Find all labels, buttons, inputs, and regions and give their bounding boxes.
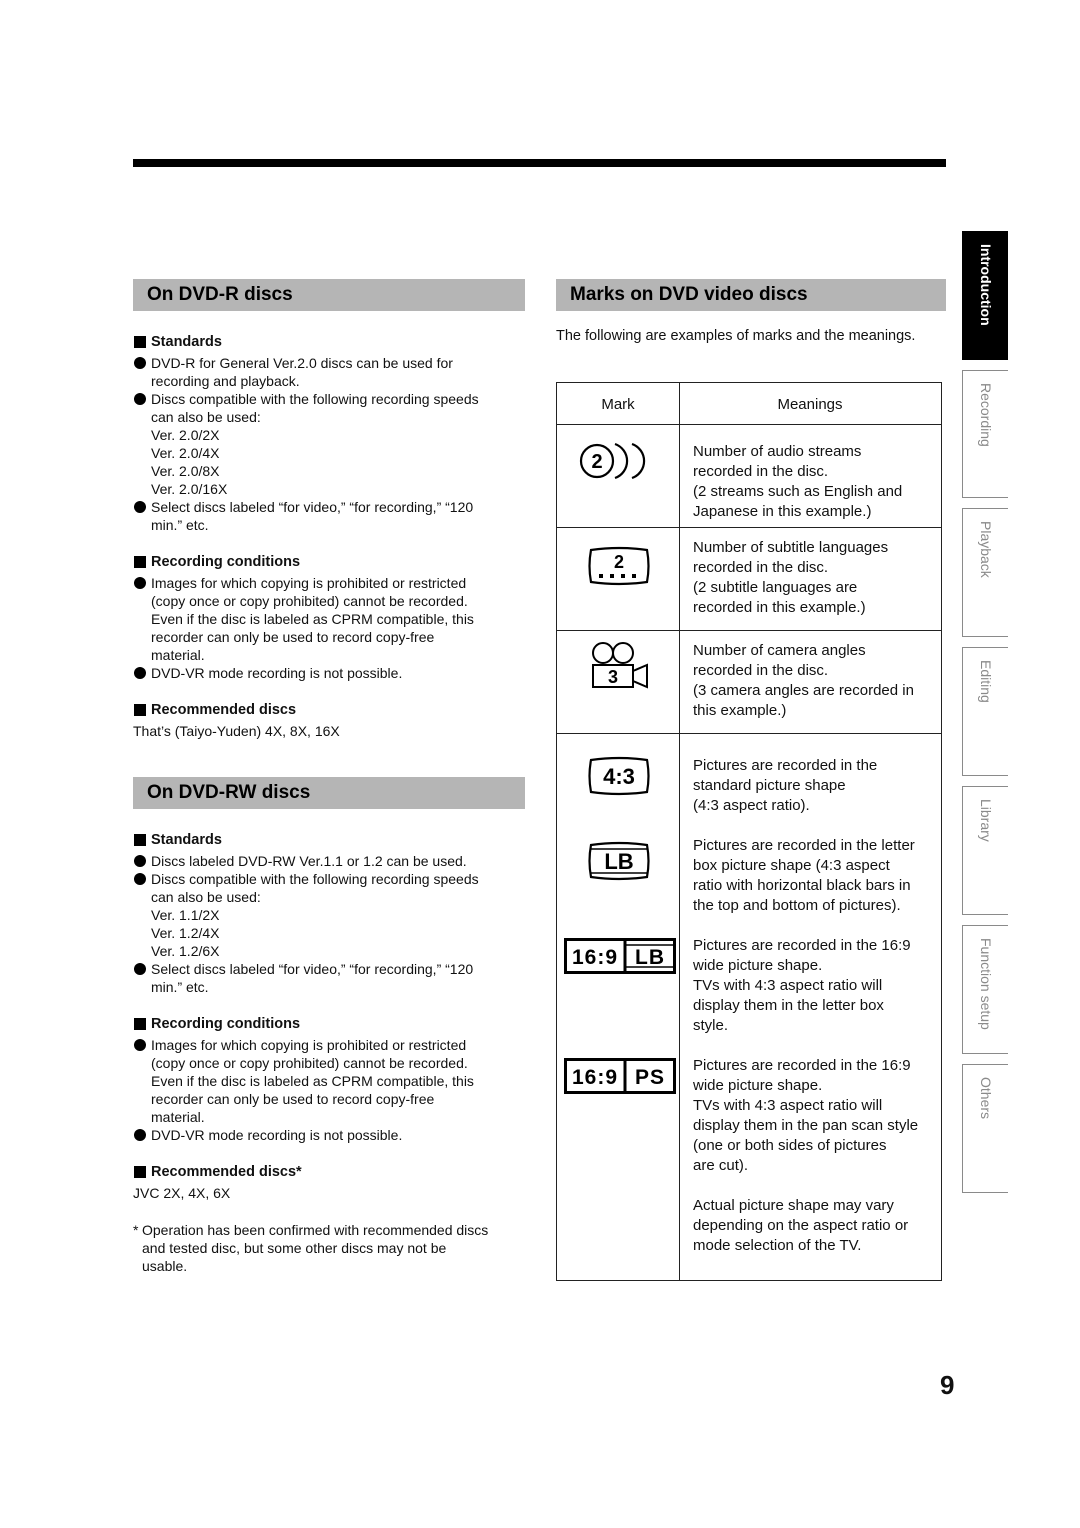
tab-function-setup[interactable]: Function setup bbox=[962, 925, 1008, 1054]
row-divider bbox=[557, 630, 941, 631]
dvd-rw-standards-heading: Standards bbox=[133, 831, 533, 849]
column-header-mark: Mark bbox=[601, 396, 635, 413]
wide-letterbox-ratio: 16:9 bbox=[572, 946, 618, 969]
version-item: Ver. 1.1/2X bbox=[151, 907, 220, 923]
dvd-r-recording-conditions-heading: Recording conditions bbox=[133, 553, 533, 571]
dvd-rw-standards-bullet-1: Discs labeled DVD-RW Ver.1.1 or 1.2 can … bbox=[133, 852, 533, 870]
dvd-rw-standards-bullet-2: Discs compatible with the following reco… bbox=[133, 870, 533, 906]
tab-others[interactable]: Others bbox=[962, 1064, 1008, 1193]
column-divider bbox=[679, 383, 680, 1280]
dvd-rw-footnote: Operation has been confirmed with recomm… bbox=[133, 1221, 533, 1275]
dvd-rw-recommended-heading: Recommended discs* bbox=[133, 1163, 533, 1181]
version-item: Ver. 2.0/8X bbox=[151, 463, 220, 479]
dvd-r-recommended-text: That’s (Taiyo-Yuden) 4X, 8X, 16X bbox=[133, 723, 340, 739]
meaning-audio: Number of audio streams recorded in the … bbox=[693, 443, 903, 520]
dvd-rw-recording-bullet-1: Images for which copying is prohibited o… bbox=[133, 1036, 533, 1126]
letterbox-label: LB bbox=[604, 849, 633, 874]
column-header-meanings: Meanings bbox=[777, 396, 843, 413]
meaning-wide-panscan: Pictures are recorded in the 16:9 wide p… bbox=[693, 1057, 919, 1174]
tab-recording[interactable]: Recording bbox=[962, 370, 1008, 498]
wide-panscan-ratio: 16:9 bbox=[572, 1066, 618, 1089]
dvd-rw-content: Standards Discs labeled DVD-RW Ver.1.1 o… bbox=[133, 831, 533, 1275]
wide-panscan-icon: 16:9 PS bbox=[564, 1058, 676, 1094]
version-item: Ver. 1.2/4X bbox=[151, 925, 220, 941]
wide-letterbox-icon: 16:9 LB bbox=[564, 938, 676, 974]
camera-angle-count: 3 bbox=[608, 667, 618, 687]
dvd-rw-recording-conditions-heading: Recording conditions bbox=[133, 1015, 533, 1033]
dvd-r-recording-bullet-2: DVD-VR mode recording is not possible. bbox=[133, 664, 533, 682]
tab-introduction[interactable]: Introduction bbox=[962, 231, 1008, 360]
meaning-letterbox: Pictures are recorded in the letter box … bbox=[693, 837, 915, 914]
dvd-rw-standards-bullet-3: Select discs labeled “for video,” “for r… bbox=[133, 960, 533, 996]
page-number: 9 bbox=[940, 1370, 955, 1400]
version-item: Ver. 2.0/16X bbox=[151, 481, 228, 497]
row-divider bbox=[557, 733, 941, 734]
audio-streams-icon: 2 bbox=[577, 441, 659, 481]
meaning-4-3: Pictures are recorded in the standard pi… bbox=[693, 757, 878, 814]
tab-editing[interactable]: Editing bbox=[962, 647, 1008, 776]
dvd-rw-recording-bullet-2: DVD-VR mode recording is not possible. bbox=[133, 1126, 533, 1144]
dvd-r-standards-bullet-3: Select discs labeled “for video,” “for r… bbox=[133, 498, 533, 534]
wide-letterbox-mode: LB bbox=[635, 946, 665, 969]
aspect-4-3-label: 4:3 bbox=[603, 764, 635, 789]
row-divider bbox=[557, 527, 941, 528]
dvd-r-content: Standards DVD-R for General Ver.2.0 disc… bbox=[133, 333, 533, 740]
aspect-4-3-icon: 4:3 bbox=[587, 756, 651, 796]
dvd-r-version-list: Ver. 2.0/2X Ver. 2.0/4X Ver. 2.0/8X Ver.… bbox=[133, 426, 533, 498]
camera-angles-icon: 3 bbox=[591, 641, 651, 691]
meaning-subtitles: Number of subtitle languages recorded in… bbox=[693, 539, 889, 616]
dvd-rw-recommended-text: JVC 2X, 4X, 6X bbox=[133, 1185, 231, 1201]
subtitle-count: 2 bbox=[614, 552, 624, 572]
version-item: Ver. 2.0/4X bbox=[151, 445, 220, 461]
meaning-camera: Number of camera angles recorded in the … bbox=[693, 642, 914, 719]
row-divider bbox=[557, 424, 941, 425]
dvd-r-section-title: On DVD-R discs bbox=[133, 279, 525, 311]
dvd-r-recording-bullet-1: Images for which copying is prohibited o… bbox=[133, 574, 533, 664]
audio-streams-count: 2 bbox=[591, 451, 602, 473]
dvd-r-standards-bullet-2: Discs compatible with the following reco… bbox=[133, 390, 533, 426]
meaning-wide-letterbox: Pictures are recorded in the 16:9 wide p… bbox=[693, 937, 911, 1034]
tab-playback[interactable]: Playback bbox=[962, 508, 1008, 637]
marks-intro: The following are examples of marks and … bbox=[556, 328, 916, 344]
marks-table: Mark Meanings 2 Number of audio streams … bbox=[556, 382, 942, 1281]
dvd-r-recommended-heading: Recommended discs bbox=[133, 701, 533, 719]
top-rule bbox=[133, 159, 946, 167]
subtitle-languages-icon: 2 bbox=[587, 546, 651, 586]
dvd-rw-version-list: Ver. 1.1/2X Ver. 1.2/4X Ver. 1.2/6X bbox=[133, 906, 533, 960]
dvd-r-standards-heading: Standards bbox=[133, 333, 533, 351]
aspect-closing-note: Actual picture shape may vary depending … bbox=[693, 1197, 909, 1254]
version-item: Ver. 1.2/6X bbox=[151, 943, 220, 959]
wide-panscan-mode: PS bbox=[635, 1066, 665, 1089]
dvd-rw-section-title: On DVD-RW discs bbox=[133, 777, 525, 809]
dvd-r-standards-bullet-1: DVD-R for General Ver.2.0 discs can be u… bbox=[133, 354, 533, 390]
letterbox-icon: LB bbox=[587, 841, 651, 881]
version-item: Ver. 2.0/2X bbox=[151, 427, 220, 443]
marks-section-title: Marks on DVD video discs bbox=[556, 279, 946, 311]
tab-library[interactable]: Library bbox=[962, 786, 1008, 915]
